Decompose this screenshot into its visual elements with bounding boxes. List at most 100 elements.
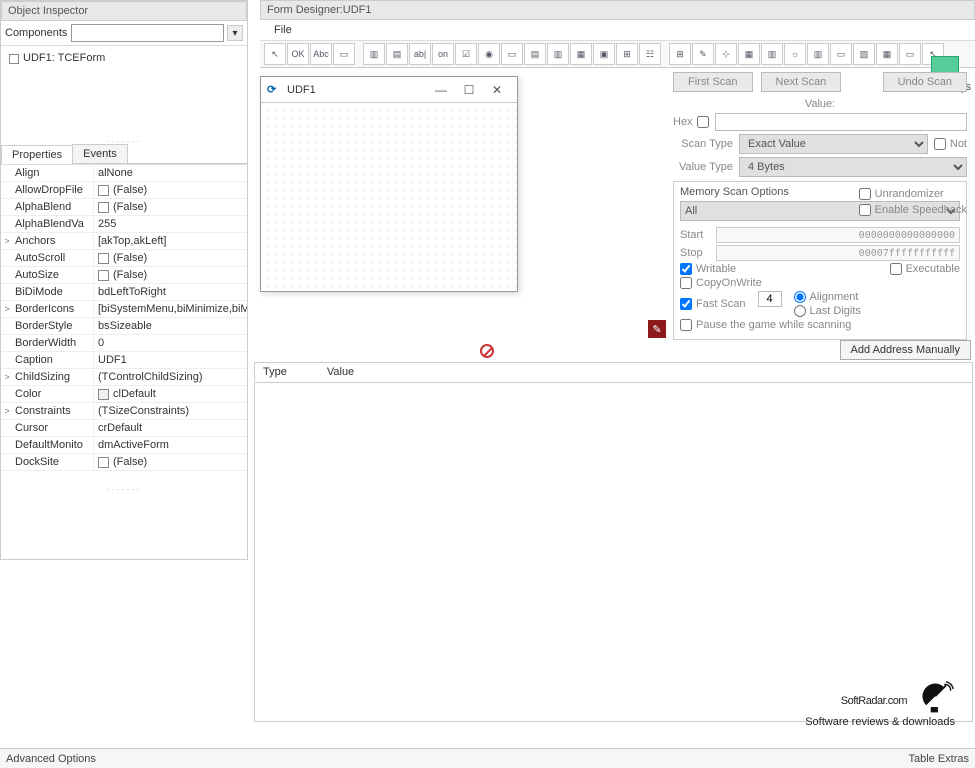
- toolbar-button-10[interactable]: ◉: [478, 43, 500, 65]
- toolbar-button-9[interactable]: ☑: [455, 43, 477, 65]
- prop-row[interactable]: CaptionUDF1: [1, 352, 247, 369]
- prop-row[interactable]: >ChildSizing(TControlChildSizing): [1, 369, 247, 386]
- toolbar-button-24[interactable]: ☼: [784, 43, 806, 65]
- prop-value[interactable]: alNone: [93, 166, 247, 180]
- tab-properties[interactable]: Properties: [1, 145, 73, 164]
- expander-icon[interactable]: >: [1, 372, 13, 382]
- prop-value[interactable]: crDefault: [93, 421, 247, 435]
- toolbar-button-27[interactable]: ▧: [853, 43, 875, 65]
- pause-checkbox[interactable]: [680, 319, 692, 331]
- prop-row[interactable]: BorderWidth0: [1, 335, 247, 352]
- component-tree[interactable]: UDF1: TCEForm: [1, 46, 247, 136]
- prop-row[interactable]: ColorclDefault: [1, 386, 247, 403]
- checkbox-icon[interactable]: [98, 253, 109, 264]
- prop-value[interactable]: UDF1: [93, 353, 247, 367]
- prop-value[interactable]: bsSizeable: [93, 319, 247, 333]
- prop-value[interactable]: (False): [93, 251, 247, 265]
- first-scan-button[interactable]: First Scan: [673, 72, 753, 92]
- toolbar-button-20[interactable]: ✎: [692, 43, 714, 65]
- prop-row[interactable]: AutoSize(False): [1, 267, 247, 284]
- checkbox-icon[interactable]: [98, 270, 109, 281]
- splitter-bottom[interactable]: ·······: [1, 484, 247, 492]
- prop-value[interactable]: (False): [93, 183, 247, 197]
- checkbox-icon[interactable]: [98, 202, 109, 213]
- prop-value[interactable]: (False): [93, 455, 247, 469]
- undo-scan-button[interactable]: Undo Scan: [883, 72, 967, 92]
- tree-item-udf1[interactable]: UDF1: TCEForm: [7, 50, 241, 66]
- toolbar-button-19[interactable]: ⊞: [669, 43, 691, 65]
- toolbar-button-11[interactable]: ▭: [501, 43, 523, 65]
- prop-value[interactable]: dmActiveForm: [93, 438, 247, 452]
- tab-events[interactable]: Events: [72, 144, 128, 163]
- design-canvas[interactable]: [261, 103, 517, 291]
- prop-row[interactable]: CursorcrDefault: [1, 420, 247, 437]
- unrandomizer-checkbox[interactable]: [859, 188, 871, 200]
- prop-row[interactable]: AlphaBlendVa255: [1, 216, 247, 233]
- expander-icon[interactable]: >: [1, 236, 13, 246]
- stop-input[interactable]: [716, 245, 960, 261]
- prop-value[interactable]: (TSizeConstraints): [93, 404, 247, 418]
- toolbar-button-26[interactable]: ▭: [830, 43, 852, 65]
- prop-value[interactable]: [biSystemMenu,biMinimize,biM: [93, 302, 247, 316]
- designer-window[interactable]: ⟳ UDF1 — ☐ ✕: [260, 76, 518, 292]
- prop-row[interactable]: AutoScroll(False): [1, 250, 247, 267]
- prop-row[interactable]: AlphaBlend(False): [1, 199, 247, 216]
- executable-checkbox[interactable]: [890, 263, 902, 275]
- prop-row[interactable]: >Anchors[akTop,akLeft]: [1, 233, 247, 250]
- toolbar-button-13[interactable]: ▥: [547, 43, 569, 65]
- prop-row[interactable]: DefaultMonitodmActiveForm: [1, 437, 247, 454]
- toolbar-button-25[interactable]: ▥: [807, 43, 829, 65]
- prop-value[interactable]: 255: [93, 217, 247, 231]
- writable-checkbox[interactable]: [680, 263, 692, 275]
- prop-value[interactable]: [akTop,akLeft]: [93, 234, 247, 248]
- toolbar-button-5[interactable]: ▥: [363, 43, 385, 65]
- checkbox-icon[interactable]: [98, 185, 109, 196]
- expander-icon[interactable]: >: [1, 304, 13, 314]
- splitter[interactable]: ·······: [1, 136, 247, 144]
- prop-row[interactable]: BiDiModebdLeftToRight: [1, 284, 247, 301]
- menu-file[interactable]: File: [268, 22, 298, 38]
- prop-value[interactable]: (False): [93, 268, 247, 282]
- checkbox-icon[interactable]: [98, 457, 109, 468]
- fastscan-value[interactable]: [758, 291, 782, 307]
- prop-row[interactable]: AlignalNone: [1, 165, 247, 182]
- property-grid[interactable]: AlignalNoneAllowDropFile(False)AlphaBlen…: [1, 164, 247, 484]
- toolbar-button-7[interactable]: ab|: [409, 43, 431, 65]
- prop-row[interactable]: >Constraints(TSizeConstraints): [1, 403, 247, 420]
- window-titlebar[interactable]: ⟳ UDF1 — ☐ ✕: [261, 77, 517, 103]
- toolbar-button-22[interactable]: ▦: [738, 43, 760, 65]
- cow-checkbox[interactable]: [680, 277, 692, 289]
- close-button[interactable]: ✕: [483, 80, 511, 100]
- add-address-button[interactable]: Add Address Manually: [840, 340, 971, 360]
- filter-icon[interactable]: ▾: [227, 25, 243, 41]
- minimize-button[interactable]: —: [427, 80, 455, 100]
- toolbar-button-17[interactable]: ☷: [639, 43, 661, 65]
- prop-value[interactable]: clDefault: [93, 387, 247, 401]
- col-value[interactable]: Value: [327, 366, 354, 378]
- toolbar-button-2[interactable]: Abc: [310, 43, 332, 65]
- components-input[interactable]: [71, 24, 224, 42]
- prop-value[interactable]: (False): [93, 200, 247, 214]
- hex-checkbox[interactable]: [697, 116, 709, 128]
- results-list[interactable]: [254, 382, 973, 722]
- fastscan-checkbox[interactable]: [680, 298, 692, 310]
- toolbar-button-28[interactable]: ▦: [876, 43, 898, 65]
- toolbar-button-0[interactable]: ↖: [264, 43, 286, 65]
- speedhack-checkbox[interactable]: [859, 204, 871, 216]
- toolbar-button-15[interactable]: ▣: [593, 43, 615, 65]
- prop-value[interactable]: 0: [93, 336, 247, 350]
- toolbar-button-21[interactable]: ⊹: [715, 43, 737, 65]
- start-input[interactable]: [716, 227, 960, 243]
- toolbar-button-8[interactable]: on: [432, 43, 454, 65]
- toolbar-button-12[interactable]: ▤: [524, 43, 546, 65]
- prop-row[interactable]: AllowDropFile(False): [1, 182, 247, 199]
- toolbar-button-6[interactable]: ▤: [386, 43, 408, 65]
- paintbrush-icon[interactable]: ✎: [648, 320, 666, 338]
- scan-type-select[interactable]: Exact Value: [739, 134, 928, 154]
- not-checkbox[interactable]: [934, 138, 946, 150]
- col-type[interactable]: Type: [263, 366, 287, 378]
- value-input[interactable]: [715, 113, 967, 131]
- toolbar-button-29[interactable]: ▭: [899, 43, 921, 65]
- prop-row[interactable]: DockSite(False): [1, 454, 247, 471]
- toolbar-button-1[interactable]: OK: [287, 43, 309, 65]
